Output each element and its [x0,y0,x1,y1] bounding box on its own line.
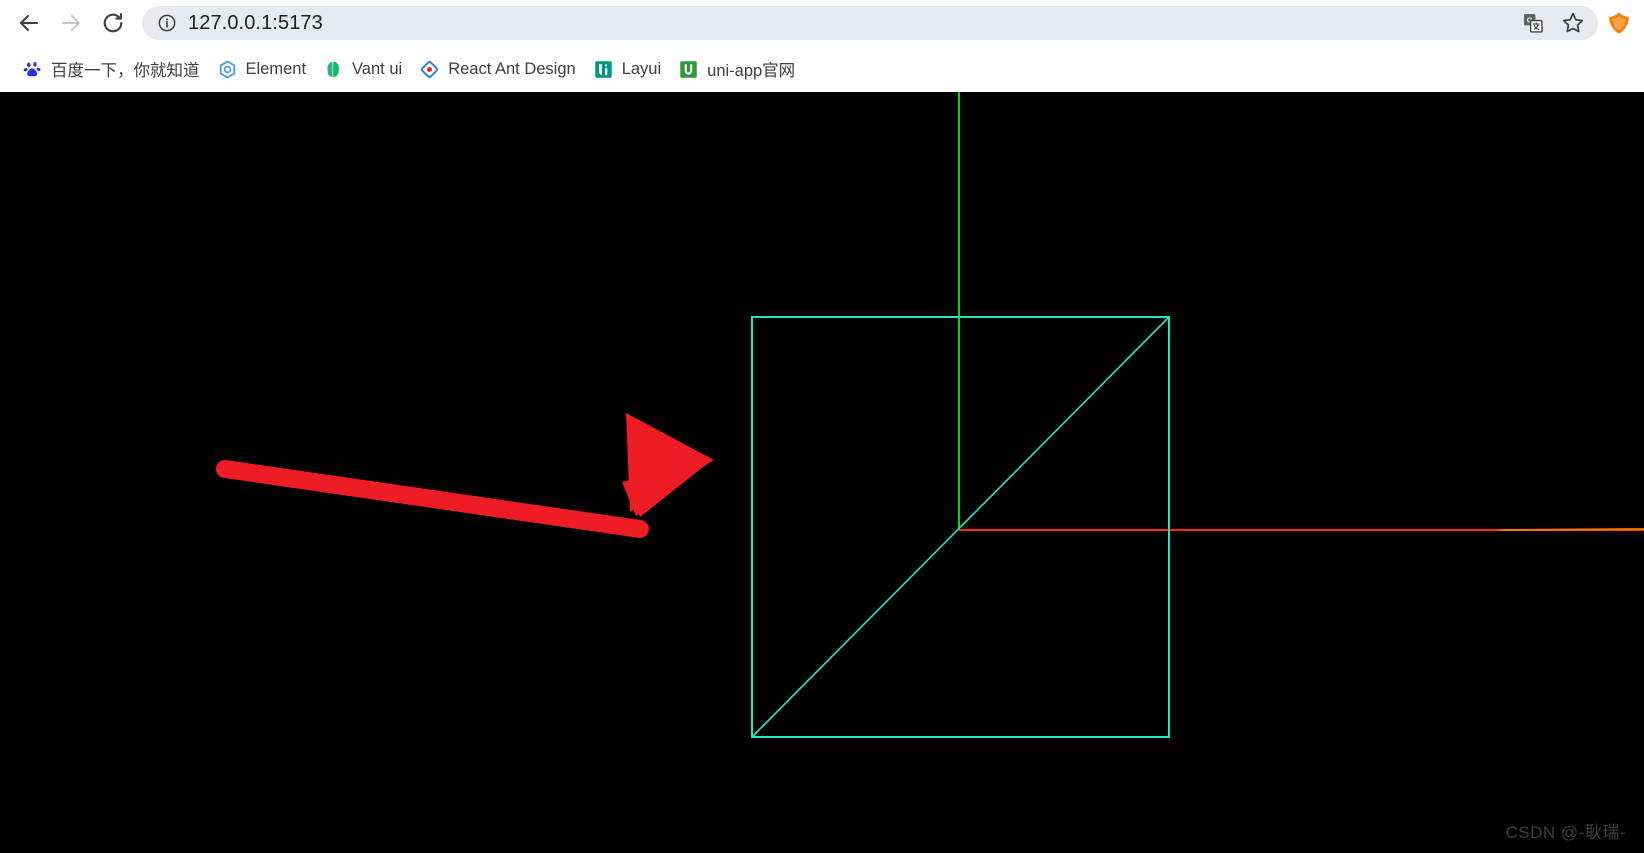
back-button[interactable] [10,4,48,42]
baidu-paw-icon [23,61,41,76]
reload-icon [103,13,123,33]
translate-button[interactable]: G [1520,10,1546,36]
browser-toolbar: 127.0.0.1:5173 G [0,0,1644,46]
extension-icon [1609,12,1629,34]
bookmark-label: Element [245,59,307,78]
vant-favicon-icon [324,60,343,79]
bookmark-label: uni-app官网 [707,62,796,80]
page-viewport: CSDN @-耿瑞- [0,92,1644,853]
browser-chrome: 127.0.0.1:5173 G 百度一下，你就知道 Element Vant … [0,0,1644,93]
ant-design-diamond-icon [421,60,439,78]
bookmark-vant-ui[interactable]: Vant ui [315,54,411,84]
bookmark-star-button[interactable] [1560,10,1586,36]
bookmark-label: Vant ui [352,59,403,78]
bookmark-label: 百度一下，你就知道 [51,62,200,80]
x-axis-line-tail [1499,528,1644,531]
reload-button[interactable] [94,4,132,42]
bookmark-react-ant-design[interactable]: React Ant Design [411,54,585,84]
element-hexagon-icon [219,60,235,78]
vant-logo-icon [327,61,339,77]
translate-icon: G [1524,14,1543,33]
url-text[interactable]: 127.0.0.1:5173 [188,12,1510,35]
diagonal-line [751,316,1170,738]
star-outline-icon [1562,12,1584,33]
react-ant-design-favicon-icon [420,60,439,79]
bookmark-label: React Ant Design [448,59,576,78]
forward-button[interactable] [52,4,90,42]
bookmarks-bar: 百度一下，你就知道 Element Vant ui React Ant Desi… [0,46,1644,92]
site-info-button[interactable] [154,10,180,36]
csdn-watermark: CSDN @-耿瑞- [1505,823,1626,842]
bookmark-baidu[interactable]: 百度一下，你就知道 [14,54,209,84]
bookmark-layui[interactable]: Layui [585,54,670,84]
bookmark-uni-app[interactable]: uni-app官网 [670,54,804,84]
address-bar[interactable]: 127.0.0.1:5173 G [142,6,1598,40]
baidu-favicon-icon [23,60,42,79]
layui-favicon-icon [594,60,613,79]
browser-window: 127.0.0.1:5173 G 百度一下，你就知道 Element Vant … [0,0,1644,853]
element-favicon-icon [218,60,237,79]
arrow-left-icon [19,14,39,32]
info-circle-icon [158,14,176,32]
bookmark-element[interactable]: Element [209,54,316,84]
extension-button[interactable] [1604,8,1634,38]
arrow-right-icon [61,14,81,32]
annotation-arrow [216,413,714,538]
bookmark-label: Layui [621,59,662,78]
uni-app-logo-icon [680,60,697,78]
uni-app-favicon-icon [679,60,698,79]
layui-logo-icon [594,60,612,78]
arrow-head [626,413,714,512]
omnibox-actions: G [1510,10,1586,36]
canvas-drawing[interactable] [0,92,1644,853]
